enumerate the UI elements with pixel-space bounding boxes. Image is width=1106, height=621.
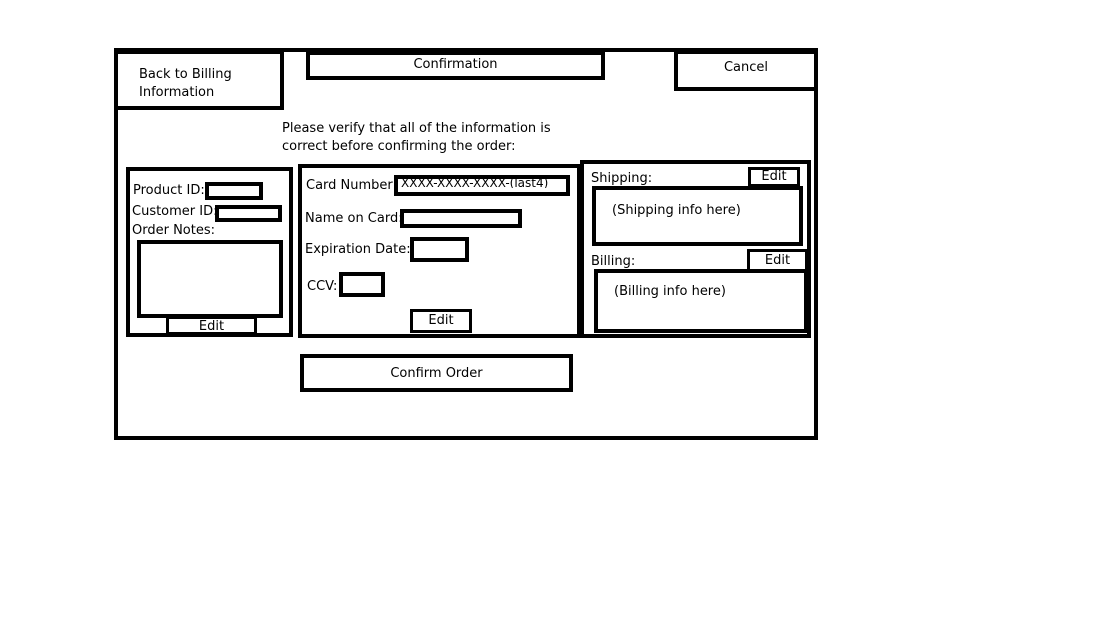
- card-details-panel: Card Number: XXXX-XXXX-XXXX-(last4) Name…: [298, 164, 581, 338]
- name-on-card-label: Name on Card:: [305, 211, 403, 226]
- shipping-edit-button[interactable]: Edit: [748, 167, 800, 187]
- order-edit-label: Edit: [198, 318, 225, 334]
- address-panel: Shipping: Edit (Shipping info here) Bill…: [580, 160, 811, 338]
- expiration-date-label: Expiration Date:: [305, 242, 411, 257]
- customer-id-field: [215, 205, 282, 222]
- order-edit-button[interactable]: Edit: [166, 316, 257, 335]
- order-details-panel: Product ID: Customer ID: Order Notes: Ed…: [126, 167, 293, 337]
- cancel-button[interactable]: Cancel: [674, 50, 818, 91]
- billing-info-text: (Billing info here): [614, 284, 726, 299]
- billing-info-box: (Billing info here): [594, 269, 808, 333]
- billing-label: Billing:: [591, 254, 636, 269]
- shipping-info-text: (Shipping info here): [612, 203, 741, 218]
- shipping-edit-label: Edit: [761, 169, 787, 184]
- ccv-label: CCV:: [307, 279, 338, 294]
- product-id-label: Product ID:: [133, 183, 205, 198]
- shipping-label: Shipping:: [591, 171, 653, 186]
- card-edit-label: Edit: [428, 313, 454, 328]
- confirmation-title-label: Confirmation: [413, 57, 498, 72]
- order-notes-label: Order Notes:: [132, 223, 216, 238]
- card-number-field: XXXX-XXXX-XXXX-(last4): [394, 175, 570, 196]
- ccv-field: [339, 272, 385, 297]
- card-number-value: XXXX-XXXX-XXXX-(last4): [401, 179, 549, 188]
- shipping-info-box: (Shipping info here): [592, 186, 803, 246]
- order-notes-field: [137, 240, 283, 318]
- billing-edit-label: Edit: [764, 252, 791, 268]
- customer-id-label: Customer ID:: [132, 204, 218, 219]
- back-to-billing-button[interactable]: Back to Billing Information: [114, 50, 284, 110]
- confirmation-title: Confirmation: [306, 51, 605, 80]
- cancel-label: Cancel: [723, 60, 769, 75]
- instructions-text: Please verify that all of the informatio…: [282, 121, 551, 154]
- card-number-label: Card Number:: [306, 178, 397, 193]
- confirm-order-label: Confirm Order: [390, 366, 483, 381]
- product-id-field: [205, 182, 263, 200]
- expiration-date-field: [410, 237, 469, 262]
- back-to-billing-label: Back to Billing Information: [139, 67, 232, 100]
- card-edit-button[interactable]: Edit: [410, 309, 472, 333]
- confirm-order-button[interactable]: Confirm Order: [300, 354, 573, 392]
- name-on-card-field: [400, 209, 522, 228]
